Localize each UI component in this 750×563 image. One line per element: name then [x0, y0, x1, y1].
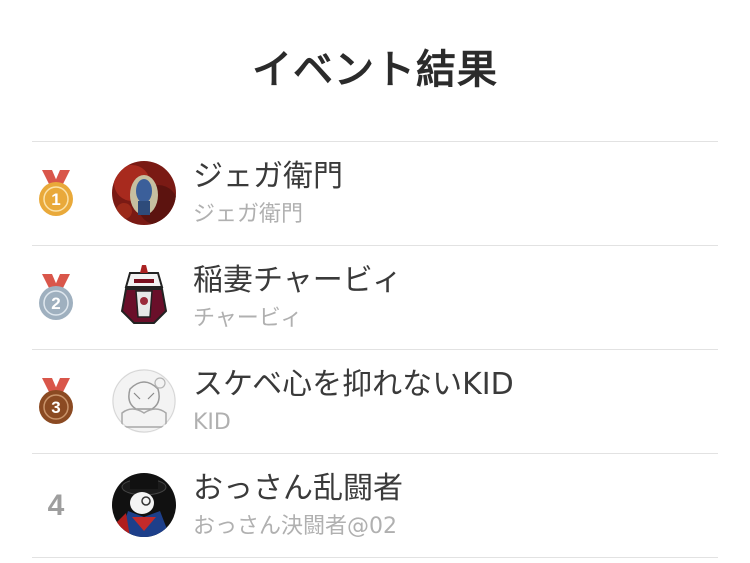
svg-text:3: 3	[51, 398, 60, 417]
player-subname: KID	[193, 410, 231, 435]
rank-badge: 2	[32, 246, 80, 349]
player-subname: チャービィ	[193, 306, 303, 331]
svg-text:2: 2	[51, 294, 60, 313]
list-item[interactable]: 3 スケベ心を抑れないKID KID	[32, 350, 718, 454]
rank-badge: 4	[32, 454, 80, 557]
results-list: 1 ジェガ衛門 ジェガ衛門 2 稲妻チャービィ チャービィ 3 スケベ心を抑れな…	[32, 141, 718, 558]
player-name: 稲妻チャービィ	[193, 263, 403, 298]
player-name: おっさん乱闘者	[193, 471, 403, 506]
rank-badge: 3	[32, 350, 80, 453]
avatar[interactable]	[112, 473, 176, 537]
avatar[interactable]	[112, 369, 176, 433]
player-subname: おっさん決闘者@02	[193, 514, 397, 539]
list-item[interactable]: 2 稲妻チャービィ チャービィ	[32, 246, 718, 350]
gold-medal-icon: 1	[36, 169, 76, 218]
player-subname: ジェガ衛門	[193, 202, 304, 227]
avatar[interactable]	[112, 161, 176, 225]
page-title: イベント結果	[252, 47, 498, 93]
player-name: スケベ心を抑れないKID	[193, 367, 514, 402]
svg-text:1: 1	[51, 190, 60, 209]
rank-number: 4	[47, 488, 65, 522]
list-item[interactable]: 4 おっさん乱闘者 おっさん決闘者@02	[32, 454, 718, 558]
silver-medal-icon: 2	[36, 273, 76, 322]
list-item[interactable]: 1 ジェガ衛門 ジェガ衛門	[32, 142, 718, 246]
bronze-medal-icon: 3	[36, 377, 76, 426]
player-name: ジェガ衛門	[193, 159, 343, 194]
avatar[interactable]	[112, 265, 176, 329]
rank-badge: 1	[32, 142, 80, 245]
